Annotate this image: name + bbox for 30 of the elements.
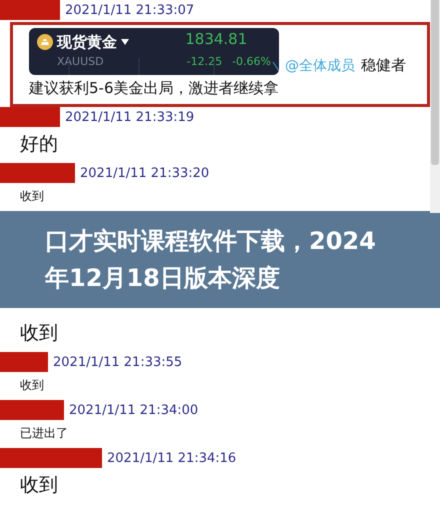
quote-name: 现货黄金 <box>57 32 117 52</box>
message-text: 建议获利5-6美金出局，激进者继续拿 <box>29 79 280 98</box>
message-time: 2021/1/11 21:33:55 <box>53 354 182 370</box>
scrollbar[interactable] <box>430 0 440 213</box>
mention-link[interactable]: @全体成员 <box>285 57 355 75</box>
banner-title: 口才实时课程软件下载，2024年12月18日版本深度 <box>45 226 377 294</box>
coin-icon <box>37 34 53 50</box>
redaction-bar <box>0 352 48 372</box>
message-text: 收到 <box>19 188 45 205</box>
message-text: 收到 <box>19 473 59 498</box>
quote-change-percent: -0.66% <box>232 54 271 70</box>
message-text: 好的 <box>19 132 59 157</box>
message-text: 收到 <box>19 377 45 394</box>
message-time: 2021/1/11 21:33:07 <box>65 2 194 18</box>
redaction-bar <box>0 400 64 420</box>
message-time: 2021/1/11 21:34:16 <box>107 450 236 466</box>
redaction-bar <box>0 0 60 20</box>
price-line <box>272 62 279 72</box>
message-time: 2021/1/11 21:33:20 <box>80 166 210 180</box>
message-time: 2021/1/11 21:33:19 <box>65 110 194 124</box>
caret-icon[interactable] <box>121 39 129 46</box>
message-text: 收到 <box>19 321 59 346</box>
quote-change: -12.25 <box>186 54 222 70</box>
message-text: 已进出了 <box>19 425 69 442</box>
scroll-thumb[interactable] <box>431 0 439 165</box>
message-text: 稳健者 <box>361 56 406 75</box>
quote-symbol: XAUUSD <box>56 54 105 70</box>
message-time: 2021/1/11 21:34:00 <box>69 402 198 418</box>
redaction-bar <box>0 107 60 127</box>
quote-price: 1834.81 <box>185 30 248 50</box>
